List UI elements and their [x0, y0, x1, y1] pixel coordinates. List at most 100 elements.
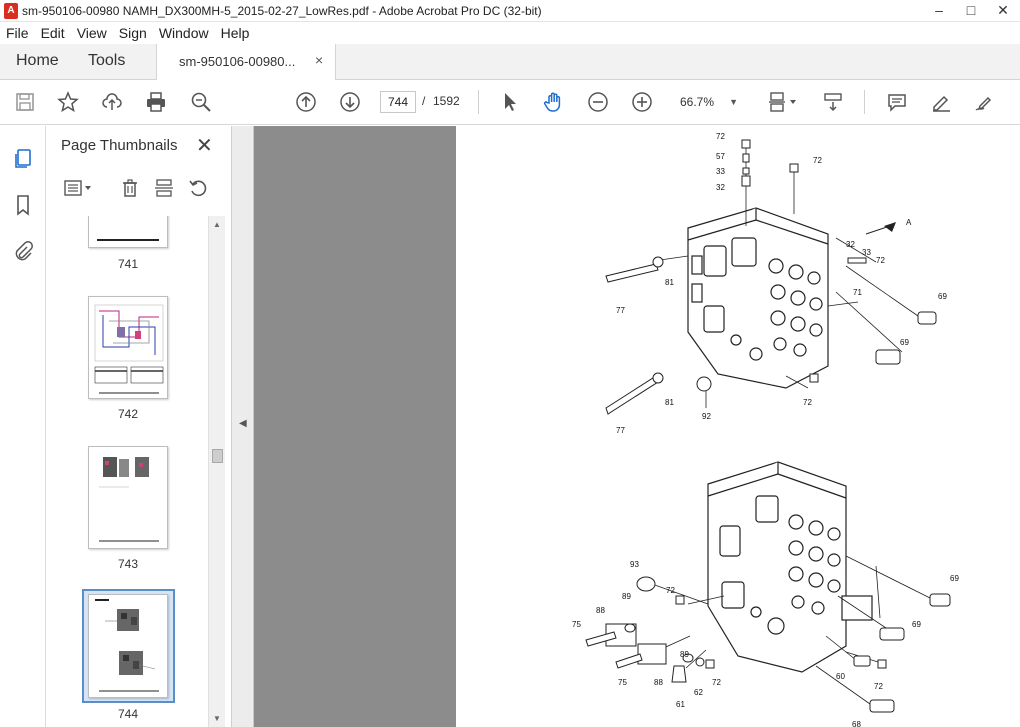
- sign-pen-icon[interactable]: [972, 89, 998, 115]
- panel-collapse-strip[interactable]: ◀: [232, 126, 254, 727]
- tab-home[interactable]: Home: [16, 52, 59, 70]
- callout-label: 69: [938, 292, 947, 301]
- toolbar-divider: [864, 90, 865, 114]
- toolbar-divider: [478, 90, 479, 114]
- callout-label: 89: [622, 592, 631, 601]
- save-icon[interactable]: [12, 89, 38, 115]
- previous-page-icon[interactable]: [293, 89, 319, 115]
- menu-help[interactable]: Help: [215, 22, 256, 41]
- thumbnail-page-743[interactable]: [88, 446, 168, 549]
- attachments-icon[interactable]: [10, 238, 36, 264]
- callout-label: 69: [950, 574, 959, 583]
- callout-label: 77: [616, 426, 625, 435]
- print-icon[interactable]: [143, 89, 169, 115]
- page-thumbnails-icon[interactable]: [10, 146, 36, 172]
- tabs-row: Home Tools sm-950106-00980... ×: [0, 44, 1020, 80]
- acrobat-window: A sm-950106-00980 NAMH_DX300MH-5_2015-02…: [0, 0, 1020, 727]
- total-pages: 1592: [433, 94, 460, 108]
- chevron-left-icon[interactable]: ◀: [239, 418, 247, 429]
- callout-label: 92: [702, 412, 711, 421]
- callout-label: 77: [616, 306, 625, 315]
- callout-label: 72: [813, 156, 822, 165]
- zoom-level-dropdown[interactable]: 66.7% ▼: [672, 91, 744, 113]
- chevron-down-icon: ▼: [729, 97, 738, 107]
- scrollbar-thumb[interactable]: [212, 449, 223, 463]
- hand-pan-icon[interactable]: [541, 89, 567, 115]
- scroll-up-arrow-icon[interactable]: ▲: [213, 220, 221, 229]
- bookmarks-icon[interactable]: [10, 192, 36, 218]
- callout-label: 72: [716, 132, 725, 141]
- callout-label: 72: [874, 682, 883, 691]
- callout-label: 32: [846, 240, 855, 249]
- menu-window[interactable]: Window: [153, 22, 215, 41]
- thumbnail-page-742[interactable]: [88, 296, 168, 399]
- callout-label: 88: [654, 678, 663, 687]
- window-title: sm-950106-00980 NAMH_DX300MH-5_2015-02-2…: [22, 4, 542, 18]
- thumbnail-label: 744: [117, 707, 139, 721]
- callout-label: 88: [596, 606, 605, 615]
- thumbnail-page-744[interactable]: [88, 594, 168, 698]
- maximize-button[interactable]: □: [958, 0, 984, 22]
- scroll-mode-icon[interactable]: [820, 89, 846, 115]
- callout-label: A: [906, 218, 912, 227]
- callout-label: 72: [712, 678, 721, 687]
- acrobat-app-icon: A: [4, 3, 18, 19]
- tab-document[interactable]: sm-950106-00980... ×: [156, 44, 336, 80]
- panel-close-button[interactable]: ✕: [196, 133, 213, 158]
- select-pointer-icon[interactable]: [497, 89, 523, 115]
- thumbnails-scrollbar[interactable]: ▲ ▼: [208, 216, 225, 727]
- zoom-in-icon[interactable]: [629, 89, 655, 115]
- callout-label: 69: [900, 338, 909, 347]
- upper-valve-assembly: [687, 207, 829, 389]
- callout-label: 75: [618, 678, 627, 687]
- pdf-page: 72 57 33 32 72 32 33 72 A 69 71 81 77 69…: [456, 126, 1020, 727]
- callout-label: 68: [852, 720, 861, 727]
- title-bar: A sm-950106-00980 NAMH_DX300MH-5_2015-02…: [0, 0, 1020, 22]
- callout-label: 89: [680, 650, 689, 659]
- callout-label: 72: [803, 398, 812, 407]
- callout-label: 72: [876, 256, 885, 265]
- callout-label: 72: [666, 586, 675, 595]
- page-separator: /: [422, 94, 426, 108]
- extract-pages-icon[interactable]: [152, 176, 176, 200]
- callout-label: 57: [716, 152, 725, 161]
- scroll-down-arrow-icon[interactable]: ▼: [213, 714, 221, 723]
- callout-label: 71: [853, 288, 862, 297]
- comment-icon[interactable]: [884, 89, 910, 115]
- zoom-level-value: 66.7%: [680, 95, 715, 109]
- page-view-icon[interactable]: [765, 89, 801, 115]
- callout-label: 93: [630, 560, 639, 569]
- thumbnail-label: 742: [117, 407, 139, 421]
- tab-document-label: sm-950106-00980...: [179, 54, 296, 69]
- thumbnail-page-741[interactable]: [88, 216, 168, 248]
- menu-sign[interactable]: Sign: [113, 22, 153, 41]
- menu-bar: File Edit View Sign Window Help: [0, 22, 1020, 44]
- callout-label: 62: [694, 688, 703, 697]
- menu-view[interactable]: View: [71, 22, 113, 41]
- zoom-out-icon[interactable]: [585, 89, 611, 115]
- tab-tools[interactable]: Tools: [88, 52, 125, 70]
- thumbnails-list: 741 742 743 744: [46, 216, 211, 727]
- next-page-icon[interactable]: [337, 89, 363, 115]
- direction-arrow-line: [865, 225, 891, 235]
- callout-label: 69: [912, 620, 921, 629]
- rotate-icon[interactable]: [186, 176, 210, 200]
- current-page-input[interactable]: 744: [380, 91, 416, 113]
- navigation-rail: [0, 126, 46, 727]
- highlight-pen-icon[interactable]: [928, 89, 954, 115]
- menu-edit[interactable]: Edit: [35, 22, 71, 41]
- bookmark-star-icon[interactable]: [55, 89, 81, 115]
- zoom-search-icon[interactable]: [188, 89, 214, 115]
- toolbar: 744 / 1592 66.7% ▼: [0, 80, 1020, 125]
- callout-label: 81: [665, 398, 674, 407]
- thumbnail-options-icon[interactable]: [60, 176, 96, 200]
- callout-label: 75: [572, 620, 581, 629]
- tab-close-button[interactable]: ×: [315, 52, 323, 68]
- delete-trash-icon[interactable]: [118, 176, 142, 200]
- menu-file[interactable]: File: [0, 22, 35, 41]
- share-upload-icon[interactable]: [99, 89, 125, 115]
- close-window-button[interactable]: ✕: [990, 0, 1016, 22]
- panel-title: Page Thumbnails: [61, 137, 178, 154]
- page-thumbnails-panel: Page Thumbnails ✕ 741 742 743 744 ▲ ▼: [46, 126, 232, 727]
- minimize-button[interactable]: –: [926, 0, 952, 22]
